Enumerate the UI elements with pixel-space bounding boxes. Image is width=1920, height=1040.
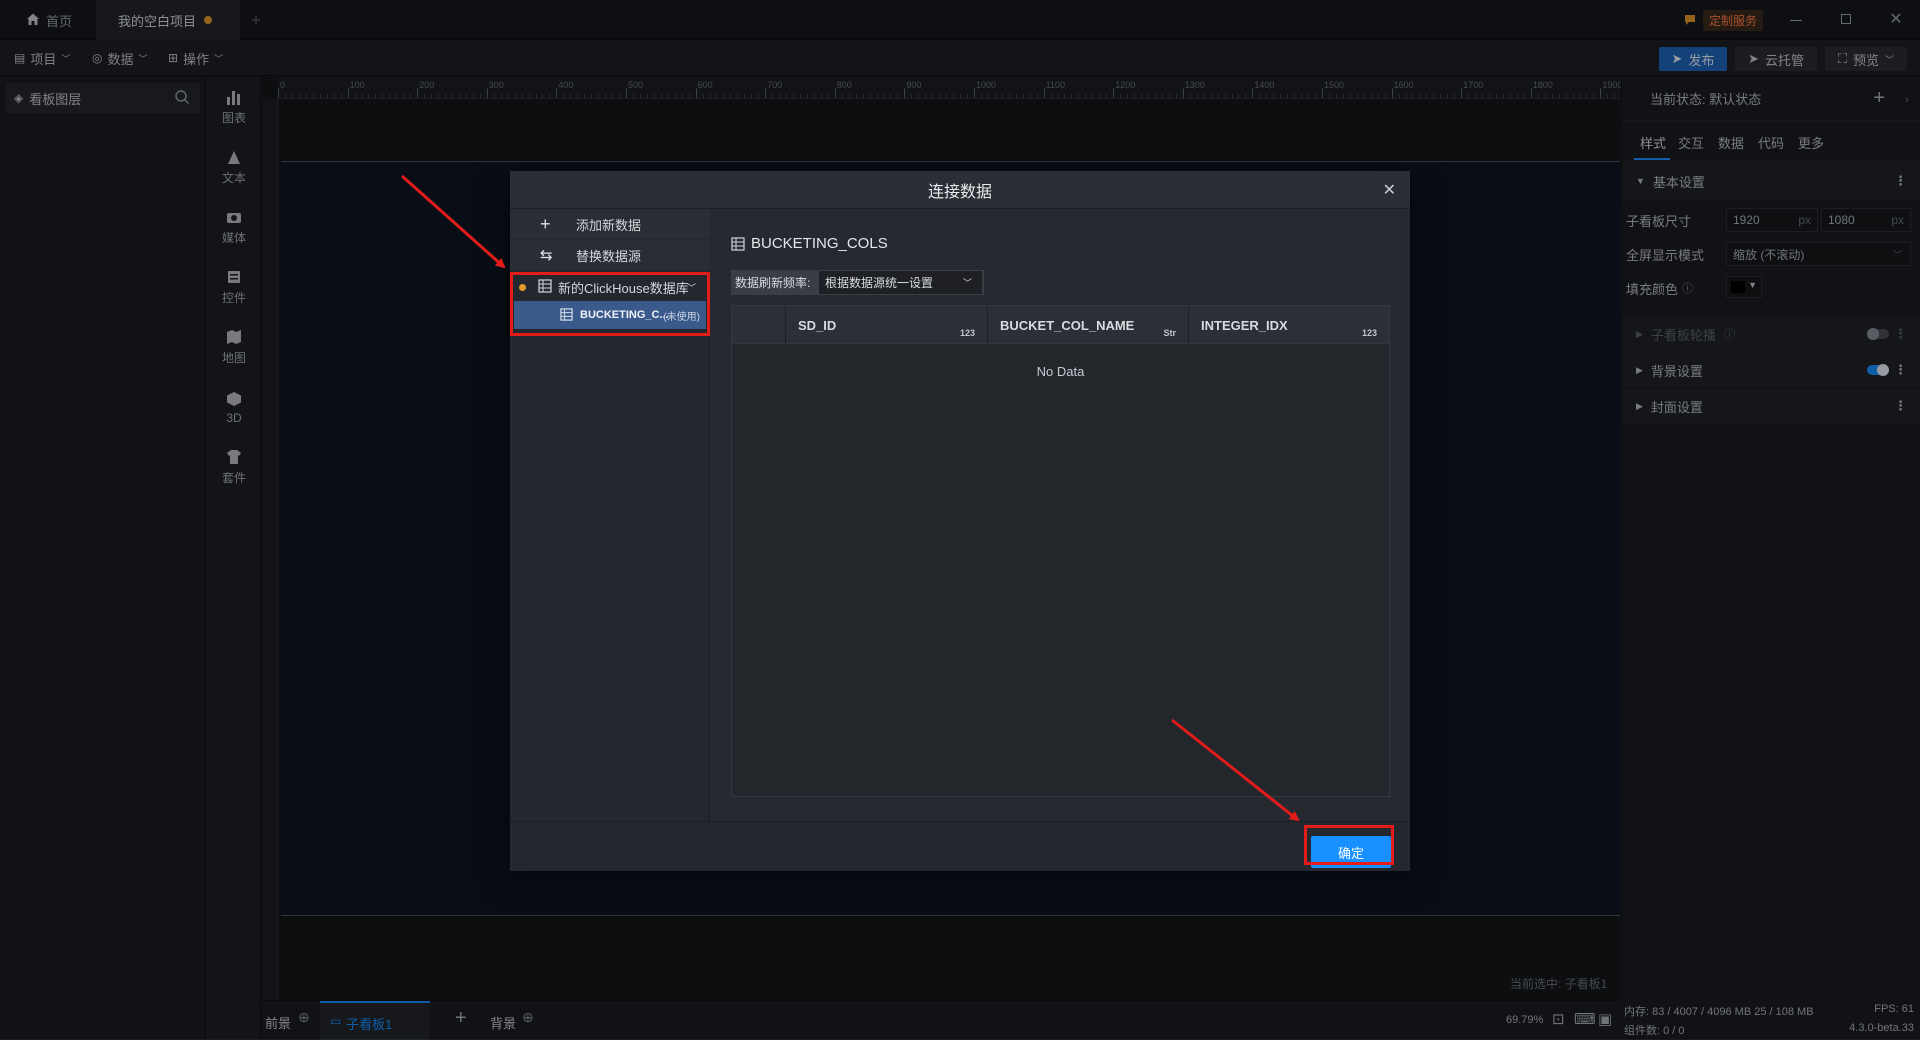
column-name: BUCKET_COL_NAME: [1000, 317, 1135, 333]
close-icon[interactable]: ✕: [1383, 180, 1396, 200]
refresh-rate-row: 数据刷新频率: 根据数据源统一设置 ﹀: [731, 270, 984, 295]
column-header[interactable]: SD_ID 123: [786, 306, 988, 344]
column-type-number: 123: [1361, 328, 1377, 338]
data-table: SD_ID 123 BUCKET_COL_NAME Str INTEGER_ID…: [731, 305, 1390, 797]
dialog-footer: 确定: [510, 821, 1410, 871]
replace-source-label: 替换数据源: [576, 248, 642, 264]
empty-state: No Data: [1036, 364, 1085, 379]
column-name: SD_ID: [798, 317, 837, 333]
dialog-title: 连接数据: [927, 183, 992, 201]
plus-icon: +: [540, 213, 551, 234]
column-header[interactable]: INTEGER_IDX 123: [1189, 306, 1389, 344]
annotation-box: [510, 272, 710, 336]
dialog-data-preview: BUCKETING_COLS 数据刷新频率: 根据数据源统一设置 ﹀ SD_ID…: [711, 209, 1410, 821]
row-index-header: [732, 306, 786, 344]
table-title-row: BUCKETING_COLS: [731, 235, 888, 252]
dialog-header: 连接数据 ✕: [510, 171, 1410, 209]
swap-icon: ⇆: [540, 247, 553, 264]
column-type-string: Str: [1163, 328, 1176, 338]
column-type-number: 123: [959, 328, 975, 338]
add-data-label: 添加新数据: [576, 217, 642, 233]
column-name: INTEGER_IDX: [1201, 317, 1288, 333]
refresh-rate-value: 根据数据源统一设置: [825, 276, 934, 290]
chevron-down-icon: ﹀: [962, 278, 972, 288]
replace-source-button[interactable]: ⇆ 替换数据源: [510, 240, 710, 270]
annotation-box: [1304, 825, 1394, 865]
column-header[interactable]: BUCKET_COL_NAME Str: [988, 306, 1189, 344]
table-icon: [731, 236, 745, 251]
refresh-rate-select[interactable]: 根据数据源统一设置 ﹀: [819, 271, 982, 294]
table-header: SD_ID 123 BUCKET_COL_NAME Str INTEGER_ID…: [732, 306, 1389, 344]
add-data-button[interactable]: + 添加新数据: [510, 209, 710, 239]
refresh-rate-label: 数据刷新频率:: [735, 276, 811, 290]
table-title: BUCKETING_COLS: [751, 235, 888, 252]
